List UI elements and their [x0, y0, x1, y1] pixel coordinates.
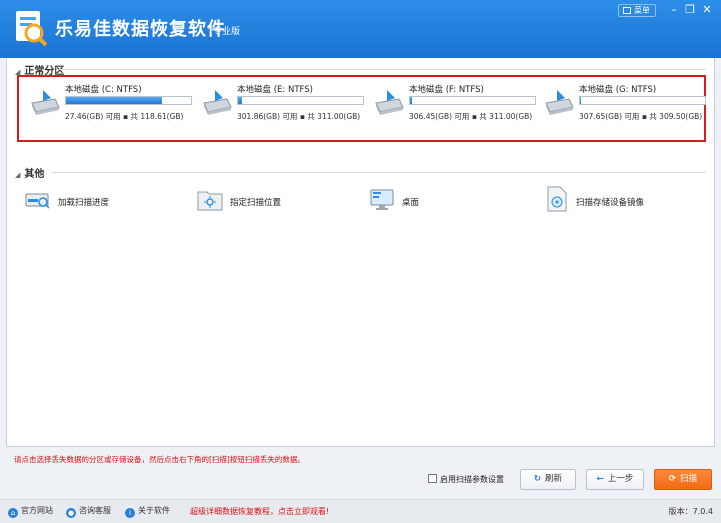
drive-item-e[interactable]: 本地磁盘 (E: NTFS) 301.86(GB) 可用 ▪ 共 311.00(…	[201, 83, 364, 133]
menu-icon	[623, 7, 631, 14]
other-item-label: 加载扫描进度	[58, 198, 110, 208]
menu-label: 菜单	[634, 6, 650, 15]
divider	[59, 69, 706, 70]
load-progress-icon	[25, 193, 50, 209]
about-link[interactable]: i 关于软件	[125, 505, 170, 518]
version-label: 版本：7.0.4	[668, 507, 713, 516]
hard-disk-icon	[203, 90, 232, 115]
drive-capacity: 301.86(GB) 可用 ▪ 共 311.00(GB)	[237, 112, 361, 121]
scan-params-checkbox[interactable]: 启用扫描参数设置	[428, 474, 504, 485]
drive-item-c[interactable]: 本地磁盘 (C: NTFS) 27.46(GB) 可用 ▪ 共 118.61(G…	[29, 83, 192, 133]
divider	[51, 172, 706, 173]
official-website-link[interactable]: ⌂ 官方网站	[8, 505, 53, 518]
specify-scan-location-item[interactable]: 指定扫描位置	[196, 185, 336, 215]
tutorial-promo-link[interactable]: 超级详细数据恢复教程，点击立即观看!	[190, 506, 329, 517]
scan-disk-image-item[interactable]: 扫描存储设备镜像	[542, 185, 692, 215]
drive-name: 本地磁盘 (E: NTFS)	[237, 85, 313, 95]
app-edition: 专业版	[213, 27, 241, 37]
scan-icon: ⟳	[668, 474, 677, 484]
drive-usage-fill	[580, 97, 582, 104]
hard-disk-icon	[375, 90, 404, 115]
instruction-hint: 请点击选择丢失数据的分区或存储设备，然后点击右下角的[扫描]按钮扫描丢失的数据。	[14, 455, 305, 464]
main-panel: ◢ 正常分区 本地磁盘 (C: NTFS) 27.46(GB) 可用 ▪ 共 11…	[6, 58, 715, 447]
chat-icon: ●	[66, 508, 76, 518]
info-icon: i	[125, 508, 135, 518]
customer-service-link[interactable]: ● 咨询客服	[66, 505, 111, 518]
refresh-icon: ↻	[533, 474, 542, 484]
drive-capacity: 306.45(GB) 可用 ▪ 共 311.00(GB)	[409, 112, 533, 121]
other-item-label: 扫描存储设备镜像	[576, 198, 645, 208]
minimize-button[interactable]: –	[667, 3, 681, 17]
other-heading[interactable]: ◢ 其他	[15, 165, 44, 180]
drive-usage-bar	[65, 96, 192, 105]
desktop-icon	[370, 189, 394, 210]
drive-item-g[interactable]: 本地磁盘 (G: NTFS) 307.65(GB) 可用 ▪ 共 309.50(…	[543, 83, 706, 133]
folder-target-icon	[197, 191, 223, 211]
hard-disk-icon	[545, 90, 574, 115]
menu-button[interactable]: 菜单	[618, 4, 656, 17]
collapse-triangle-icon: ◢	[15, 171, 21, 179]
drive-usage-fill	[410, 97, 412, 104]
checkbox-box[interactable]	[428, 474, 437, 483]
drive-usage-fill	[238, 97, 242, 104]
drive-usage-bar	[409, 96, 536, 105]
other-item-label: 桌面	[402, 198, 420, 208]
back-button[interactable]: ← 上一步	[586, 469, 644, 490]
partition-list: 本地磁盘 (C: NTFS) 27.46(GB) 可用 ▪ 共 118.61(G…	[17, 75, 706, 142]
drive-name: 本地磁盘 (C: NTFS)	[65, 85, 142, 95]
load-scan-progress-item[interactable]: 加载扫描进度	[24, 185, 164, 215]
desktop-item[interactable]: 桌面	[368, 185, 488, 215]
drive-usage-fill	[66, 97, 163, 104]
drive-name: 本地磁盘 (G: NTFS)	[579, 85, 657, 95]
home-icon: ⌂	[8, 508, 18, 518]
status-bar: ⌂ 官方网站 ● 咨询客服 i 关于软件 超级详细数据恢复教程，点击立即观看! 版本：…	[0, 499, 721, 523]
app-logo-icon	[16, 11, 48, 47]
close-button[interactable]: ✕	[700, 3, 714, 17]
refresh-button[interactable]: ↻ 刷新	[520, 469, 576, 490]
drive-usage-bar	[579, 96, 706, 105]
drive-capacity: 27.46(GB) 可用 ▪ 共 118.61(GB)	[65, 112, 184, 121]
other-item-label: 指定扫描位置	[230, 198, 282, 208]
disk-image-icon	[547, 186, 567, 212]
drive-item-f[interactable]: 本地磁盘 (F: NTFS) 306.45(GB) 可用 ▪ 共 311.00(…	[373, 83, 536, 133]
hard-disk-icon	[31, 90, 60, 115]
drive-usage-bar	[237, 96, 364, 105]
title-bar: 乐易佳数据恢复软件 专业版 菜单 – ❐ ✕	[0, 0, 721, 58]
maximize-button[interactable]: ❐	[683, 3, 697, 17]
scan-button[interactable]: ⟳ 扫描	[654, 469, 712, 490]
arrow-left-icon: ←	[596, 474, 604, 484]
app-title: 乐易佳数据恢复软件	[55, 19, 226, 40]
drive-name: 本地磁盘 (F: NTFS)	[409, 85, 484, 95]
drive-capacity: 307.65(GB) 可用 ▪ 共 309.50(GB)	[579, 112, 703, 121]
